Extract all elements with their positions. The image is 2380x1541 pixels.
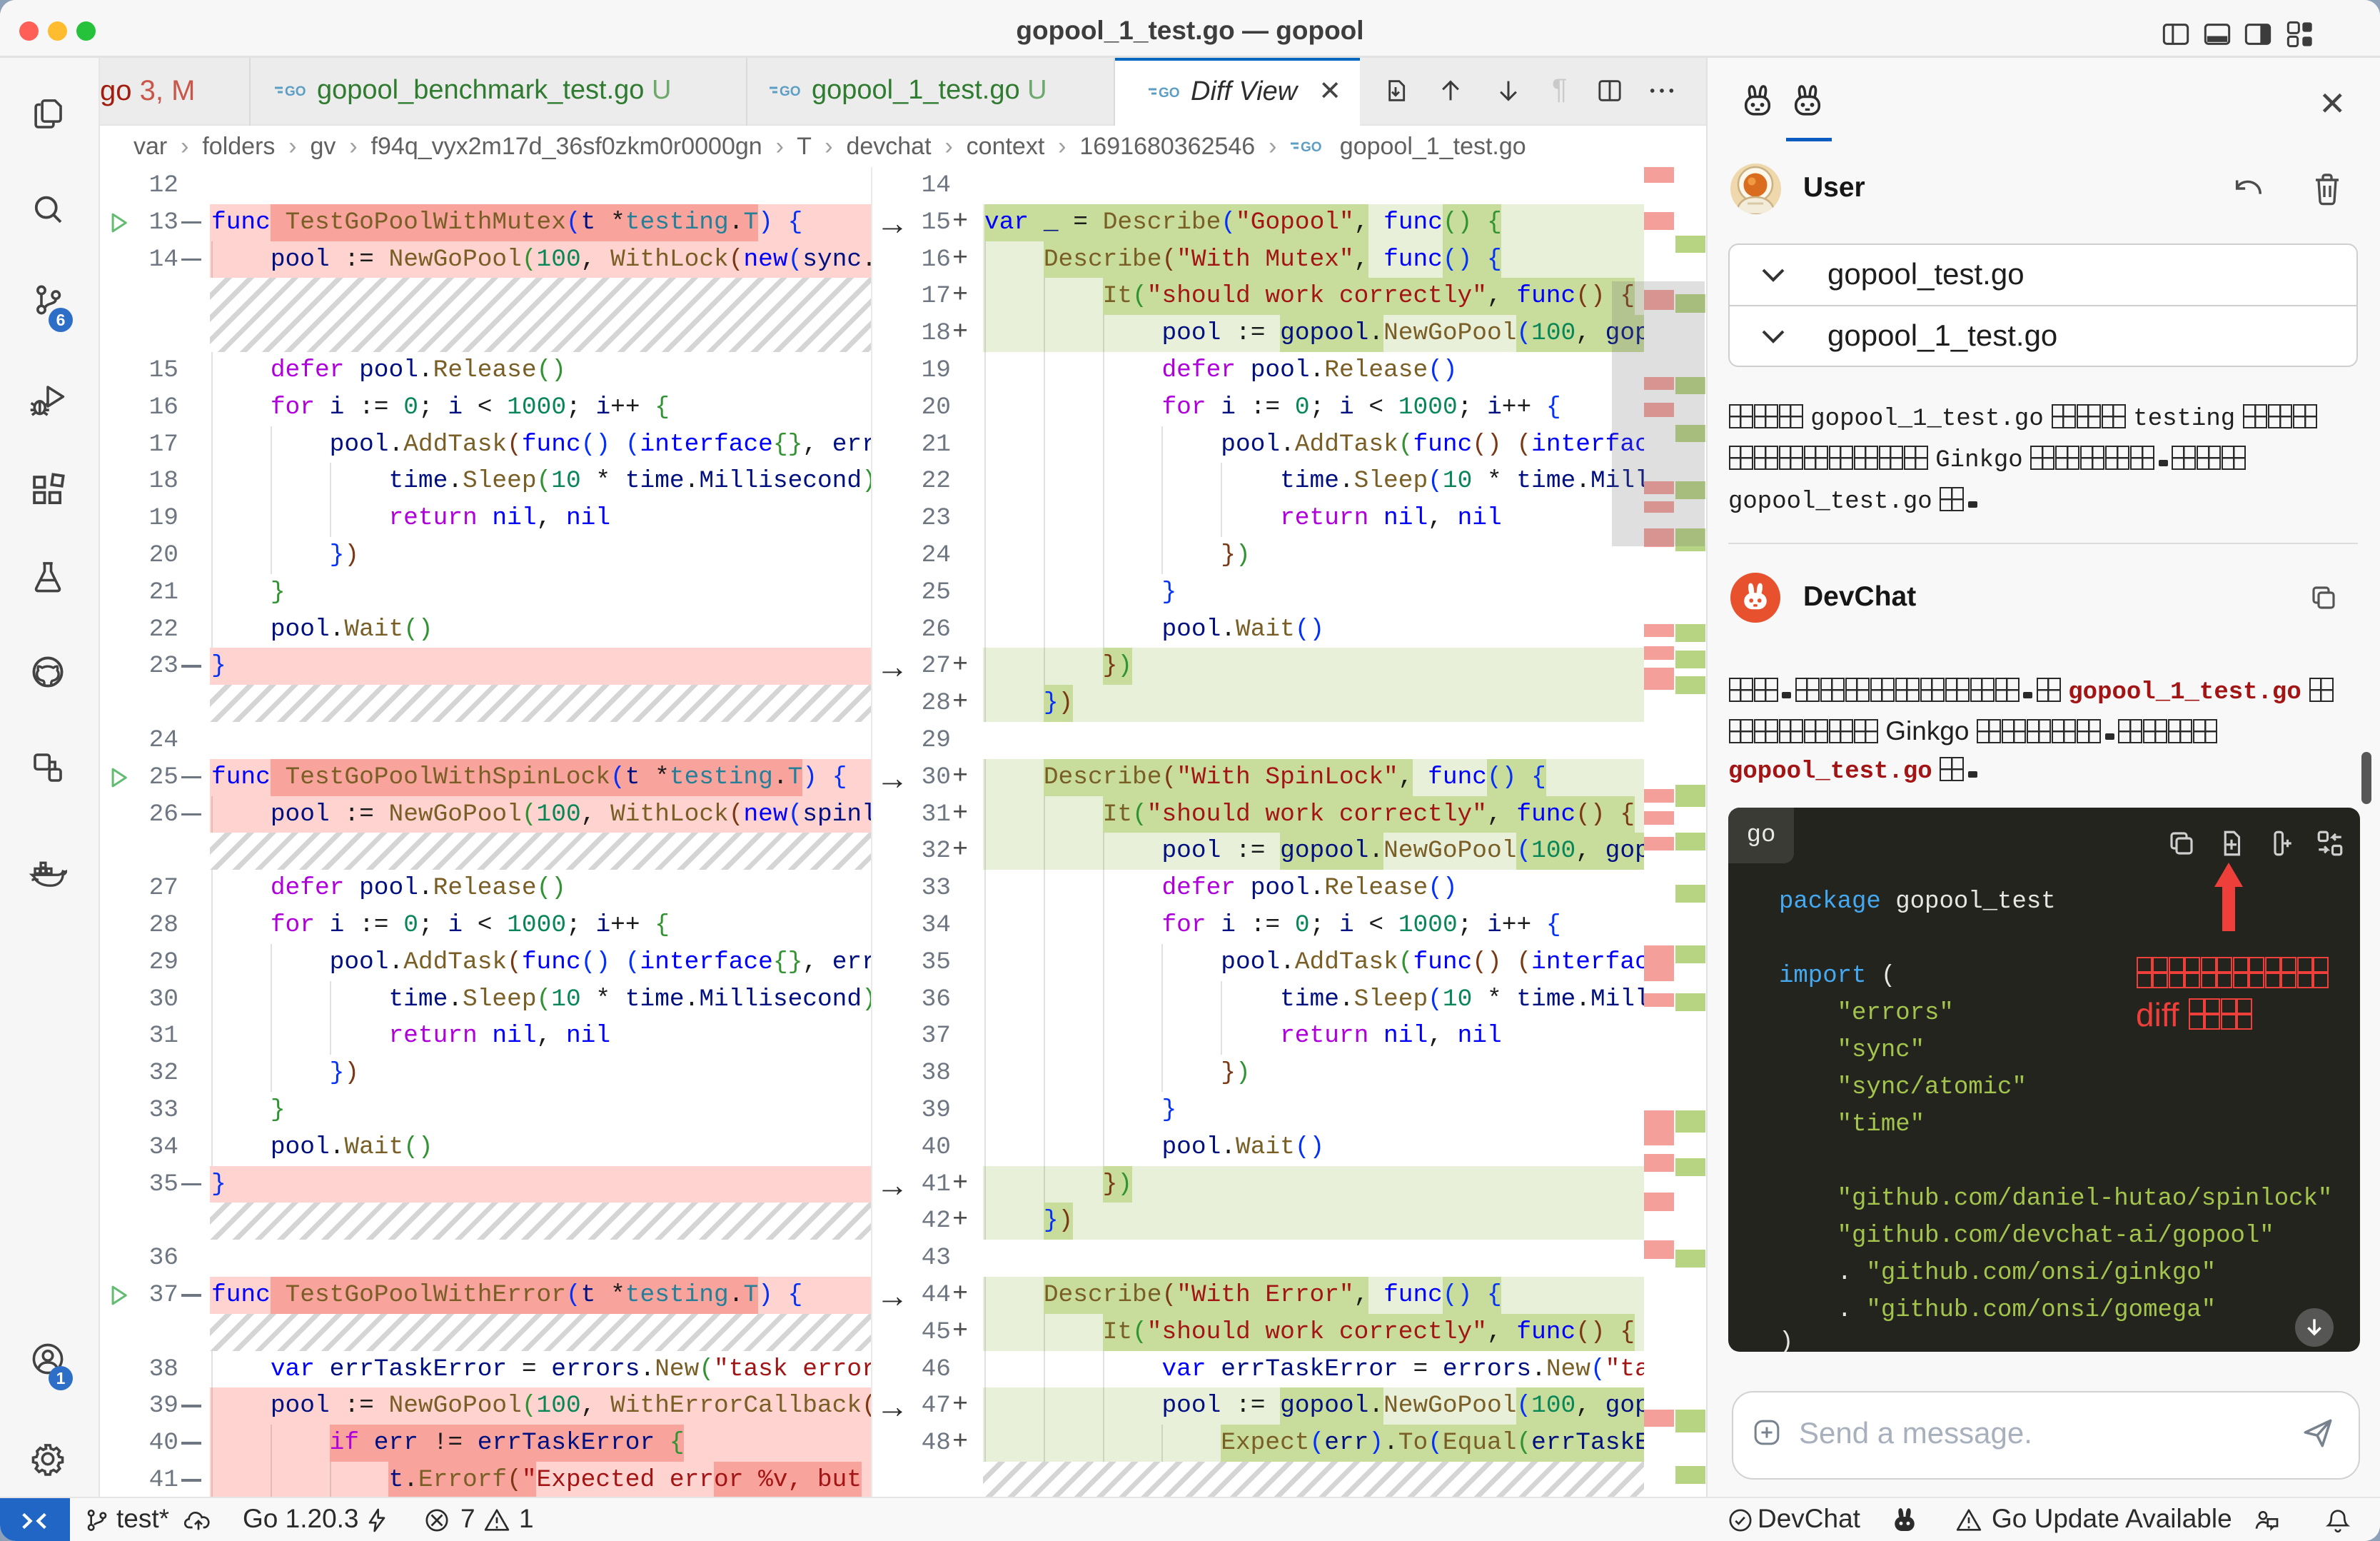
svg-text:GO: GO	[1301, 140, 1322, 155]
svg-text:GO: GO	[1159, 86, 1180, 101]
svg-text:GO: GO	[285, 84, 306, 99]
svg-text:GO: GO	[780, 84, 801, 99]
